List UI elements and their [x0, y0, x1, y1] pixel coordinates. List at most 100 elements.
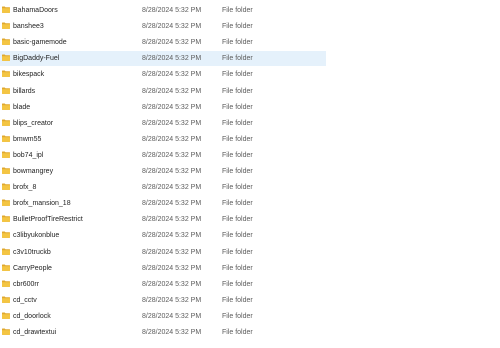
file-row-19[interactable]: cd_doorlock 8/28/2024 5:32 PM File folde… — [0, 309, 326, 324]
folder-icon — [2, 135, 10, 142]
folder-icon — [2, 183, 10, 190]
file-name: c3v10truckb — [13, 248, 51, 256]
file-name: CarryPeople — [13, 264, 52, 272]
file-type: File folder — [222, 264, 253, 272]
file-list: BahamaDoors 8/28/2024 5:32 PM File folde… — [0, 0, 500, 348]
date-modified: 8/28/2024 5:32 PM — [142, 200, 202, 208]
folder-icon — [2, 231, 10, 239]
date-modified: 8/28/2024 5:32 PM — [142, 168, 202, 175]
file-type: File folder — [222, 232, 253, 240]
file-type: File folder — [222, 312, 253, 320]
file-type: File folder — [222, 135, 253, 143]
folder-icon — [2, 328, 10, 335]
file-type: File folder — [222, 39, 253, 47]
file-row-13[interactable]: BulletProofTireRestrict 8/28/2024 5:32 P… — [0, 212, 326, 227]
date-modified: 8/28/2024 5:32 PM — [142, 119, 202, 127]
file-name: banshee3 — [13, 23, 44, 31]
file-type: File folder — [222, 103, 253, 111]
file-name: bmwm55 — [13, 135, 42, 143]
folder-icon — [2, 54, 10, 62]
folder-icon — [2, 215, 10, 223]
folder-icon — [2, 312, 10, 319]
date-modified: 8/28/2024 5:32 PM — [142, 103, 202, 111]
file-row-1[interactable]: banshee3 8/28/2024 5:32 PM File folder — [0, 19, 326, 34]
file-name: bowmangrey — [13, 168, 54, 175]
file-row-2[interactable]: basic-gamemode 8/28/2024 5:32 PM File fo… — [0, 35, 326, 50]
date-modified: 8/28/2024 5:32 PM — [142, 55, 202, 63]
file-name: billards — [13, 87, 36, 95]
file-row-9[interactable]: bob74_ipl 8/28/2024 5:32 PM File folder — [0, 148, 326, 163]
file-name: cd_doorlock — [13, 312, 51, 320]
folder-icon — [2, 87, 10, 94]
folder-icon — [2, 70, 10, 78]
file-type: File folder — [222, 200, 253, 208]
date-modified: 8/28/2024 5:32 PM — [142, 184, 202, 192]
file-row-20[interactable]: cd_drawtextui 8/28/2024 5:32 PM File fol… — [0, 325, 326, 340]
folder-icon — [2, 103, 10, 110]
file-name: blade — [13, 103, 31, 111]
file-row-0[interactable]: BahamaDoors 8/28/2024 5:32 PM File folde… — [0, 3, 326, 18]
folder-icon — [2, 119, 10, 126]
file-name: bob74_ipl — [13, 151, 44, 159]
file-type: File folder — [222, 168, 253, 175]
date-modified: 8/28/2024 5:32 PM — [142, 39, 202, 47]
file-type: File folder — [222, 296, 253, 304]
date-modified: 8/28/2024 5:32 PM — [142, 135, 202, 143]
folder-icon — [2, 22, 10, 29]
date-modified: 8/28/2024 5:32 PM — [142, 248, 202, 256]
date-modified: 8/28/2024 5:32 PM — [142, 280, 202, 288]
file-row-8[interactable]: bmwm55 8/28/2024 5:32 PM File folder — [0, 132, 326, 147]
file-row-12[interactable]: brofx_mansion_18 8/28/2024 5:32 PM File … — [0, 196, 326, 211]
file-type: File folder — [222, 184, 253, 192]
file-row-17[interactable]: cbr600rr 8/28/2024 5:32 PM File folder — [0, 277, 326, 292]
file-row-18[interactable]: cd_cctv 8/28/2024 5:32 PM File folder — [0, 293, 326, 308]
file-name: BahamaDoors — [13, 7, 58, 14]
file-name: c3libyukonblue — [13, 232, 60, 240]
file-name: blips_creator — [13, 119, 54, 127]
folder-icon — [2, 296, 10, 303]
file-type: File folder — [222, 151, 253, 159]
date-modified: 8/28/2024 5:32 PM — [142, 87, 202, 95]
file-row-3[interactable]: BigDaddy-Fuel 8/28/2024 5:32 PM File fol… — [0, 51, 326, 67]
folder-icon — [2, 264, 10, 271]
folder-icon — [2, 151, 10, 158]
file-row-15[interactable]: c3v10truckb 8/28/2024 5:32 PM File folde… — [0, 245, 326, 260]
file-type: File folder — [222, 329, 253, 336]
file-row-5[interactable]: billards 8/28/2024 5:32 PM File folder — [0, 84, 326, 99]
file-row-6[interactable]: blade 8/28/2024 5:32 PM File folder — [0, 100, 326, 115]
file-row-10[interactable]: bowmangrey 8/28/2024 5:32 PM File folder — [0, 164, 326, 179]
folder-icon — [2, 6, 10, 13]
file-type: File folder — [222, 119, 253, 127]
file-name: cbr600rr — [13, 280, 40, 288]
file-type: File folder — [222, 23, 253, 31]
date-modified: 8/28/2024 5:32 PM — [142, 151, 202, 159]
file-row-7[interactable]: blips_creator 8/28/2024 5:32 PM File fol… — [0, 116, 326, 131]
date-modified: 8/28/2024 5:32 PM — [142, 232, 202, 240]
file-name: basic-gamemode — [13, 39, 67, 47]
date-modified: 8/28/2024 5:32 PM — [142, 71, 202, 79]
date-modified: 8/28/2024 5:32 PM — [142, 216, 202, 224]
file-name: brofx_8 — [13, 184, 37, 192]
file-type: File folder — [222, 216, 253, 224]
date-modified: 8/28/2024 5:32 PM — [142, 23, 202, 31]
date-modified: 8/28/2024 5:32 PM — [142, 329, 202, 336]
date-modified: 8/28/2024 5:32 PM — [142, 312, 202, 320]
file-type: File folder — [222, 280, 253, 288]
file-name: brofx_mansion_18 — [13, 200, 71, 208]
file-name: cd_cctv — [13, 296, 37, 304]
date-modified: 8/28/2024 5:32 PM — [142, 7, 202, 14]
date-modified: 8/28/2024 5:32 PM — [142, 264, 202, 272]
file-row-14[interactable]: c3libyukonblue 8/28/2024 5:32 PM File fo… — [0, 228, 326, 243]
file-type: File folder — [222, 248, 253, 256]
file-name: cd_drawtextui — [13, 329, 57, 336]
file-type: File folder — [222, 71, 253, 79]
file-row-4[interactable]: bikespack 8/28/2024 5:32 PM File folder — [0, 67, 326, 82]
file-row-11[interactable]: brofx_8 8/28/2024 5:32 PM File folder — [0, 180, 326, 195]
file-name: bikespack — [13, 71, 45, 79]
folder-icon — [2, 248, 10, 255]
file-type: File folder — [222, 55, 253, 63]
file-name: BigDaddy-Fuel — [13, 55, 60, 63]
folder-icon — [2, 167, 10, 174]
file-row-16[interactable]: CarryPeople 8/28/2024 5:32 PM File folde… — [0, 261, 326, 276]
folder-icon — [2, 199, 10, 207]
